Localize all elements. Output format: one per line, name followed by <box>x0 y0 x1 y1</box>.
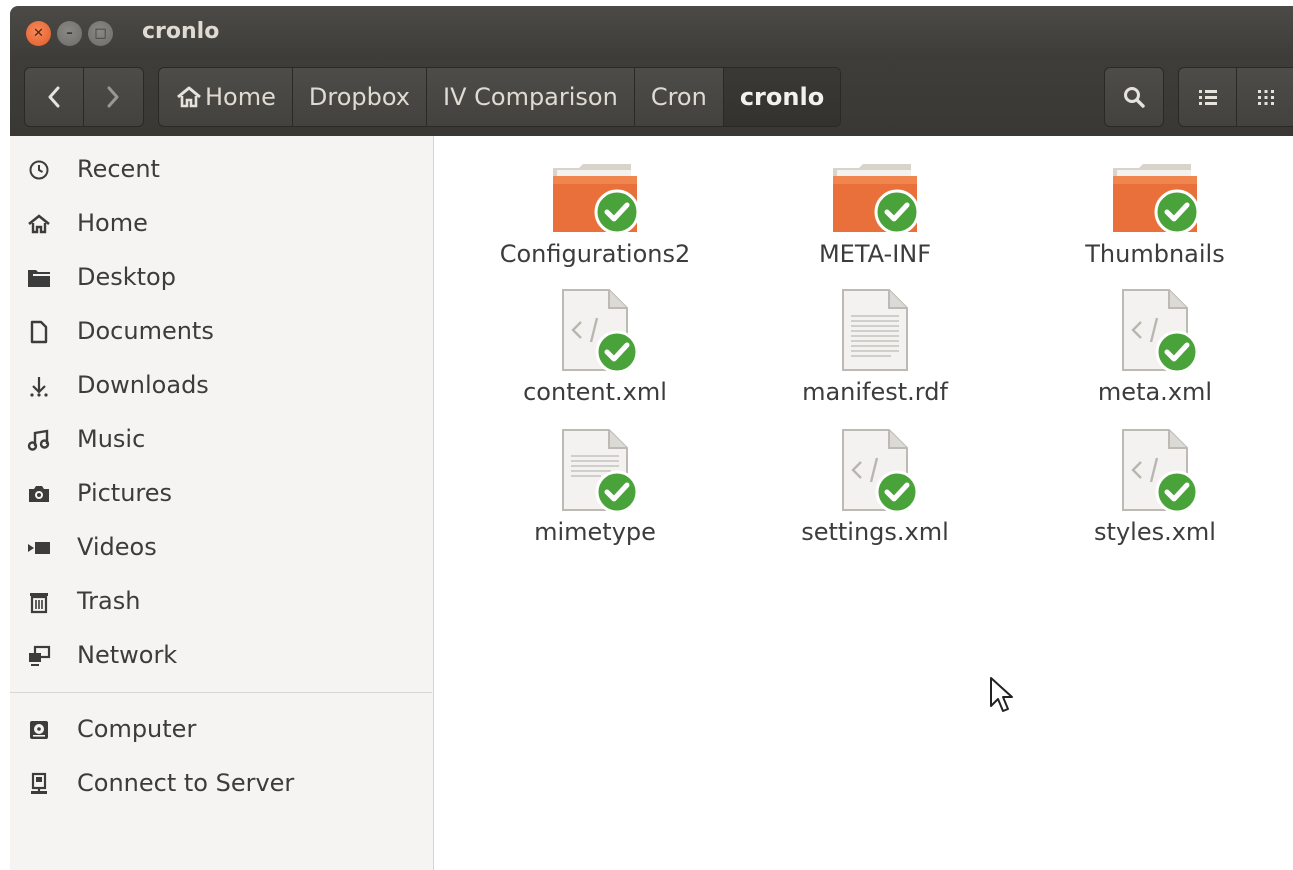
download-icon <box>26 373 52 399</box>
file-name: manifest.rdf <box>802 378 948 406</box>
trash-icon <box>26 589 52 615</box>
search-button[interactable] <box>1104 67 1164 127</box>
network-icon <box>26 643 52 669</box>
sidebar-item-music[interactable]: Music <box>10 414 432 466</box>
file-name: mimetype <box>534 518 656 546</box>
sidebar-item-label: Desktop <box>77 263 176 291</box>
list-view-icon <box>1198 90 1217 105</box>
sidebar-item-label: Music <box>77 425 146 453</box>
sidebar-item-label: Trash <box>77 587 141 615</box>
mouse-pointer-icon <box>990 677 1013 712</box>
breadcrumb-label: Home <box>205 83 276 111</box>
text-file-icon <box>562 429 639 512</box>
file-name: meta.xml <box>1097 378 1213 406</box>
camera-icon <box>26 481 52 507</box>
file-name: Configurations2 <box>499 240 691 268</box>
file-name: settings.xml <box>801 518 949 546</box>
sidebar-item-downloads[interactable]: Downloads <box>10 360 432 412</box>
home-icon <box>26 211 52 237</box>
sidebar-item-trash[interactable]: Trash <box>10 576 432 628</box>
title-bar: ✕ – □ cronlo <box>10 6 1293 60</box>
sidebar-item-label: Downloads <box>77 371 209 399</box>
breadcrumb: Home Dropbox IV Comparison Cron cronlo <box>158 67 842 127</box>
breadcrumb-cron[interactable]: Cron <box>635 68 724 126</box>
sidebar-item-home[interactable]: Home <box>10 198 432 250</box>
sidebar-item-label: Documents <box>77 317 214 345</box>
xml-file-icon <box>842 429 919 512</box>
sidebar-item-documents[interactable]: Documents <box>10 306 432 358</box>
minimize-icon: – <box>66 26 73 41</box>
sidebar-item-pictures[interactable]: Pictures <box>10 468 432 520</box>
breadcrumb-dropbox[interactable]: Dropbox <box>293 68 427 126</box>
sidebar-item-network[interactable]: Network <box>10 630 432 682</box>
file-item[interactable]: styles.xml <box>1045 428 1265 558</box>
file-item[interactable]: META-INF <box>765 162 985 292</box>
sidebar-item-label: Recent <box>77 155 160 183</box>
sidebar-item-label: Connect to Server <box>77 769 295 797</box>
sidebar-separator <box>10 692 432 693</box>
back-button[interactable] <box>25 68 84 126</box>
close-icon: ✕ <box>33 26 44 41</box>
video-icon <box>26 535 52 561</box>
sidebar-item-recent[interactable]: Recent <box>10 144 432 196</box>
search-icon <box>1124 87 1145 108</box>
sidebar-item-label: Network <box>77 641 178 669</box>
folder-icon <box>553 164 639 235</box>
breadcrumb-iv-comparison[interactable]: IV Comparison <box>427 68 635 126</box>
close-window-button[interactable]: ✕ <box>26 21 51 46</box>
home-icon <box>175 85 203 109</box>
sidebar-item-label: Pictures <box>77 479 173 507</box>
harddisk-icon <box>26 717 52 743</box>
grid-view-button[interactable] <box>1237 68 1293 126</box>
chevron-left-icon <box>48 86 60 108</box>
file-name: content.xml <box>523 378 667 406</box>
navigation-group <box>24 67 144 127</box>
file-item[interactable]: content.xml <box>485 288 705 418</box>
grid-view-icon <box>1257 90 1274 105</box>
file-item[interactable]: settings.xml <box>765 428 985 558</box>
breadcrumb-cronlo[interactable]: cronlo <box>723 68 841 126</box>
sidebar-item-connect-to-server[interactable]: Connect to Server <box>10 758 432 810</box>
music-icon <box>26 427 52 453</box>
sidebar-item-label: Computer <box>77 715 197 743</box>
view-mode-group <box>1178 67 1293 127</box>
file-name: META-INF <box>818 240 932 268</box>
server-icon <box>26 771 52 797</box>
file-view: Configurations2 META-INF Thumbnails cont… <box>434 136 1293 870</box>
xml-file-icon <box>1122 429 1199 512</box>
breadcrumb-home[interactable]: Home <box>159 68 293 126</box>
text-file-icon <box>842 289 908 371</box>
file-name: Thumbnails <box>1085 240 1225 268</box>
sidebar-item-desktop[interactable]: Desktop <box>10 252 432 304</box>
file-manager-window: ✕ – □ cronlo Home Dropbox IV Comparison … <box>0 0 1293 870</box>
list-view-button[interactable] <box>1179 68 1237 126</box>
file-item[interactable]: manifest.rdf <box>765 288 985 418</box>
folder-icon <box>833 164 919 235</box>
file-item[interactable]: Configurations2 <box>485 162 705 292</box>
folder-icon <box>1113 164 1199 235</box>
xml-file-icon <box>562 289 639 372</box>
chevron-right-icon <box>107 86 119 108</box>
maximize-icon: □ <box>94 26 107 41</box>
sidebar-item-computer[interactable]: Computer <box>10 704 432 756</box>
clock-icon <box>26 157 52 183</box>
window-title: cronlo <box>142 19 220 44</box>
desktop-folder-icon <box>26 265 52 291</box>
sidebar-item-videos[interactable]: Videos <box>10 522 432 574</box>
places-sidebar: Recent Home Desktop Documents Downloads … <box>10 136 434 870</box>
sidebar-item-label: Home <box>77 209 148 237</box>
file-item[interactable]: meta.xml <box>1045 288 1265 418</box>
toolbar: Home Dropbox IV Comparison Cron cronlo <box>10 60 1293 136</box>
file-name: styles.xml <box>1094 518 1216 546</box>
document-icon <box>26 319 52 345</box>
xml-file-icon <box>1122 289 1199 372</box>
minimize-window-button[interactable]: – <box>57 21 82 46</box>
file-item[interactable]: mimetype <box>485 428 705 558</box>
maximize-window-button[interactable]: □ <box>88 21 113 46</box>
file-item[interactable]: Thumbnails <box>1045 162 1265 292</box>
forward-button[interactable] <box>84 68 142 126</box>
sidebar-item-label: Videos <box>77 533 157 561</box>
